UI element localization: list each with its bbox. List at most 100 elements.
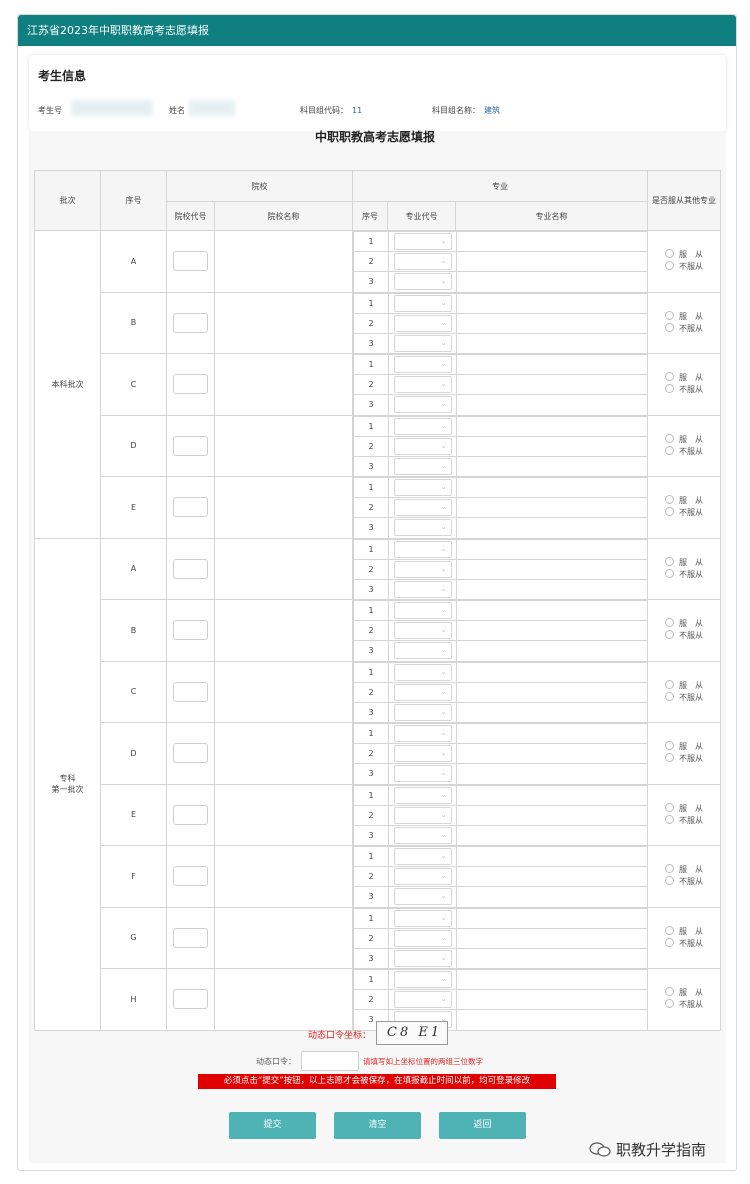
radio-icon[interactable] [665,618,675,628]
major-code-select[interactable]: ⌄ [393,848,452,865]
major-code-select[interactable]: ⌄ [393,703,452,721]
school-code-input[interactable] [173,989,208,1010]
major-code-select[interactable]: ⌄ [393,396,452,414]
obey-option[interactable]: 服 从 [665,802,703,815]
major-code-select[interactable]: ⌄ [393,253,452,270]
school-code-input[interactable] [173,866,208,887]
radio-icon[interactable] [665,495,675,505]
radio-icon[interactable] [665,322,675,332]
major-code-select[interactable]: ⌄ [393,540,452,558]
not-obey-option[interactable]: 不服从 [665,322,703,335]
major-code-select[interactable]: ⌄ [393,826,452,844]
major-code-select[interactable]: ⌄ [393,233,452,250]
major-code-select[interactable]: ⌄ [393,499,452,516]
major-code-select[interactable]: ⌄ [393,786,452,804]
radio-icon[interactable] [665,384,675,394]
not-obey-option[interactable]: 不服从 [665,999,703,1011]
major-code-select[interactable]: ⌄ [393,868,452,885]
obey-option[interactable]: 服 从 [665,741,703,753]
school-code-input[interactable] [173,435,208,456]
major-code-select[interactable]: ⌄ [393,622,452,639]
major-code-select[interactable]: ⌄ [393,479,452,496]
radio-icon[interactable] [665,507,675,517]
radio-icon[interactable] [665,568,675,578]
not-obey-option[interactable]: 不服从 [665,753,703,765]
radio-icon[interactable] [665,753,675,763]
major-code-select[interactable]: ⌄ [393,356,452,373]
not-obey-option[interactable]: 不服从 [665,445,703,458]
obey-option[interactable]: 服 从 [665,925,703,938]
obey-option[interactable]: 服 从 [665,433,703,446]
radio-icon[interactable] [665,741,675,751]
obey-option[interactable]: 服 从 [665,310,703,323]
submit-button[interactable]: 提交 [229,1112,316,1139]
radio-icon[interactable] [665,249,675,259]
radio-icon[interactable] [665,445,675,455]
not-obey-option[interactable]: 不服从 [665,691,703,704]
radio-icon[interactable] [665,802,675,812]
radio-icon[interactable] [665,556,675,566]
major-code-select[interactable]: ⌄ [393,273,452,291]
school-code-input[interactable] [173,681,208,702]
obey-option[interactable]: 服 从 [665,864,703,876]
school-code-input[interactable] [173,251,208,272]
radio-icon[interactable] [665,310,675,320]
back-button[interactable]: 返回 [439,1112,526,1139]
school-code-input[interactable] [173,927,208,948]
major-code-select[interactable]: ⌄ [393,457,452,475]
clear-button[interactable]: 清空 [334,1112,421,1139]
radio-icon[interactable] [665,864,675,874]
not-obey-option[interactable]: 不服从 [665,568,703,581]
major-code-select[interactable]: ⌄ [393,519,452,537]
major-code-select[interactable]: ⌄ [393,725,452,742]
not-obey-option[interactable]: 不服从 [665,814,703,827]
not-obey-option[interactable]: 不服从 [665,876,703,888]
radio-icon[interactable] [665,925,675,935]
major-code-select[interactable]: ⌄ [393,888,452,906]
obey-option[interactable]: 服 从 [665,249,703,261]
radio-icon[interactable] [665,999,675,1009]
radio-icon[interactable] [665,433,675,443]
major-code-select[interactable]: ⌄ [393,314,452,332]
major-code-select[interactable]: ⌄ [393,334,452,352]
school-code-input[interactable] [173,558,208,579]
major-code-select[interactable]: ⌄ [393,642,452,660]
major-code-select[interactable]: ⌄ [393,376,452,393]
dynamic-code-input[interactable] [301,1051,359,1071]
radio-icon[interactable] [665,987,675,997]
major-code-select[interactable]: ⌄ [393,437,452,455]
school-code-input[interactable] [173,497,208,518]
major-code-select[interactable]: ⌄ [393,417,452,435]
not-obey-option[interactable]: 不服从 [665,507,703,519]
obey-option[interactable]: 服 从 [665,679,703,692]
major-code-select[interactable]: ⌄ [393,560,452,578]
major-code-select[interactable]: ⌄ [393,909,452,927]
obey-option[interactable]: 服 从 [665,372,703,384]
radio-icon[interactable] [665,691,675,701]
school-code-input[interactable] [173,374,208,395]
radio-icon[interactable] [665,876,675,886]
radio-icon[interactable] [665,261,675,271]
obey-option[interactable]: 服 从 [665,618,703,630]
major-code-select[interactable]: ⌄ [393,949,452,967]
not-obey-option[interactable]: 不服从 [665,937,703,950]
major-code-select[interactable]: ⌄ [393,663,452,681]
obey-option[interactable]: 服 从 [665,987,703,999]
radio-icon[interactable] [665,630,675,640]
major-code-select[interactable]: ⌄ [393,580,452,598]
obey-option[interactable]: 服 从 [665,556,703,569]
radio-icon[interactable] [665,372,675,382]
obey-option[interactable]: 服 从 [665,495,703,507]
major-code-select[interactable]: ⌄ [393,683,452,701]
school-code-input[interactable] [173,804,208,825]
not-obey-option[interactable]: 不服从 [665,630,703,642]
radio-icon[interactable] [665,814,675,824]
major-code-select[interactable]: ⌄ [393,294,452,312]
radio-icon[interactable] [665,937,675,947]
not-obey-option[interactable]: 不服从 [665,384,703,396]
major-code-select[interactable]: ⌄ [393,765,452,783]
major-code-select[interactable]: ⌄ [393,991,452,1008]
major-code-select[interactable]: ⌄ [393,745,452,762]
school-code-input[interactable] [173,620,208,641]
major-code-select[interactable]: ⌄ [393,602,452,619]
